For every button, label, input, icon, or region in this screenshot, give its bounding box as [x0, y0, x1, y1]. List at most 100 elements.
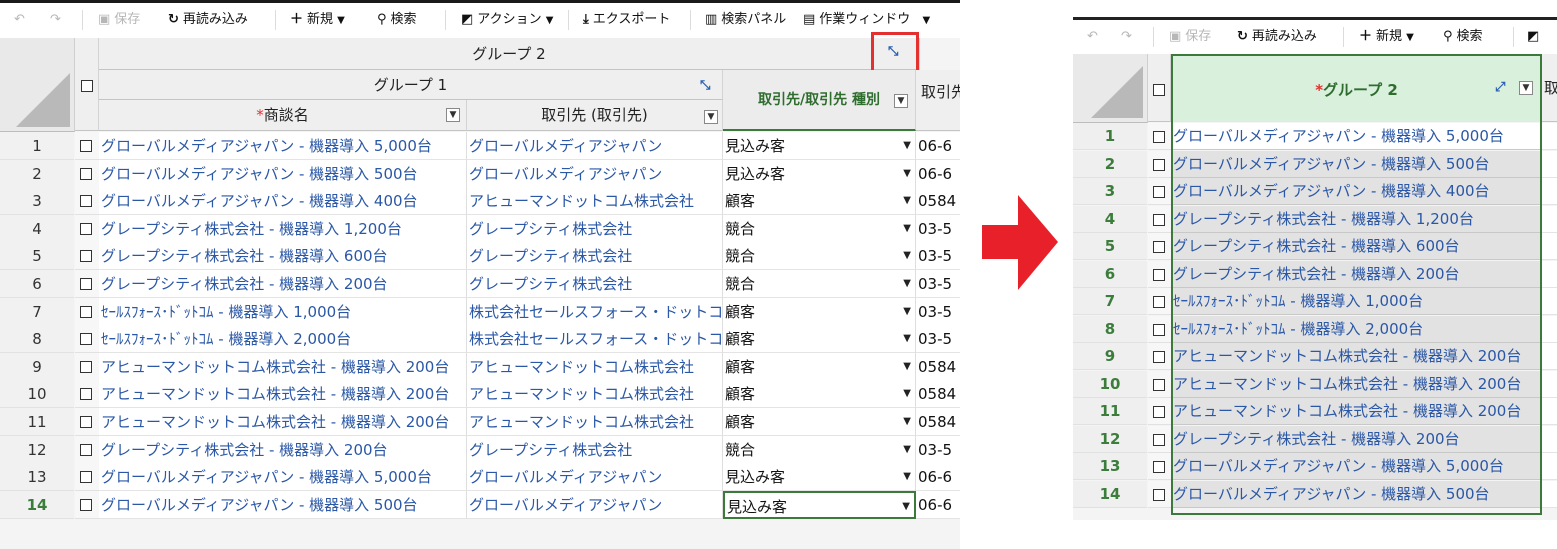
save-button[interactable]: ▣ 保存 — [1169, 20, 1211, 53]
table-row[interactable]: 5 グレープシティ株式会社 - 機器導入 600台 グレープシティ株式会社 競合 ▼ 03… — [0, 242, 960, 270]
redo-icon[interactable]: ↷ — [50, 3, 61, 36]
row-number[interactable]: 11 — [0, 408, 74, 436]
reload-button[interactable]: ↻ 再読み込み — [1237, 20, 1317, 53]
row-checkbox[interactable] — [1153, 296, 1165, 308]
table-row[interactable]: 1 グローバルメディアジャパン - 機器導入 5,000台 — [1073, 123, 1557, 151]
cell-account[interactable]: グレープシティ株式会社 — [467, 215, 723, 243]
row-checkbox[interactable] — [80, 223, 92, 235]
table-row[interactable]: 7 ｾｰﾙｽﾌｫｰｽ･ﾄﾞｯﾄｺﾑ - 機器導入 1,000台 株式会社セールスフォ… — [0, 298, 960, 326]
table-row[interactable]: 9 アヒューマンドットコム株式会社 - 機器導入 200台 — [1073, 343, 1557, 371]
table-row[interactable]: 12 グレープシティ株式会社 - 機器導入 200台 — [1073, 426, 1557, 454]
filter-dropdown-account[interactable]: ▼ — [704, 110, 718, 124]
cell-account[interactable]: グローバルメディアジャパン — [467, 132, 723, 160]
filter-dropdown-deal[interactable]: ▼ — [446, 108, 460, 122]
cell-account-type[interactable]: 競合 ▼ — [723, 242, 916, 270]
row-number[interactable]: 8 — [0, 325, 74, 353]
cell-group2-deal[interactable]: グローバルメディアジャパン - 機器導入 500台 — [1171, 151, 1542, 178]
cell-account[interactable]: グレープシティ株式会社 — [467, 270, 723, 298]
cell-next[interactable] — [1542, 206, 1557, 233]
action-icon[interactable]: ◩ — [1527, 20, 1539, 53]
cell-next[interactable] — [1542, 178, 1557, 205]
cell-account-type[interactable]: 顧客 ▼ — [723, 380, 916, 408]
cell-account-type[interactable]: 見込み客 ▼ — [723, 491, 916, 519]
cell-account-type[interactable]: 顧客 ▼ — [723, 353, 916, 381]
row-checkbox[interactable] — [80, 361, 92, 373]
search-panel-button[interactable]: ▥ 検索パネル — [705, 3, 786, 36]
cell-group2-deal[interactable]: グレープシティ株式会社 - 機器導入 1,200台 — [1171, 206, 1542, 233]
row-checkbox[interactable] — [80, 306, 92, 318]
search-button[interactable]: ⚲ 検索 — [1443, 20, 1483, 53]
cell-phone[interactable]: 03-5 — [916, 325, 960, 353]
row-checkbox[interactable] — [1153, 186, 1165, 198]
cell-group2-deal[interactable]: ｾｰﾙｽﾌｫｰｽ･ﾄﾞｯﾄｺﾑ - 機器導入 1,000台 — [1171, 288, 1542, 315]
table-row[interactable]: 2 グローバルメディアジャパン - 機器導入 500台 — [1073, 151, 1557, 179]
cell-deal-name[interactable]: ｾｰﾙｽﾌｫｰｽ･ﾄﾞｯﾄｺﾑ - 機器導入 1,000台 — [99, 298, 467, 326]
row-checkbox[interactable] — [80, 471, 92, 483]
cell-group2-deal[interactable]: アヒューマンドットコム株式会社 - 機器導入 200台 — [1171, 371, 1542, 398]
cell-account[interactable]: 株式会社セールスフォース・ドットコム — [467, 298, 723, 326]
row-number[interactable]: 9 — [0, 353, 74, 381]
table-row[interactable]: 6 グレープシティ株式会社 - 機器導入 200台 グレープシティ株式会社 競合 ▼ 03… — [0, 270, 960, 298]
cell-account[interactable]: アヒューマンドットコム株式会社 — [467, 408, 723, 436]
cell-account-type[interactable]: 顧客 ▼ — [723, 187, 916, 215]
cell-phone[interactable]: 03-5 — [916, 436, 960, 464]
cell-deal-name[interactable]: グローバルメディアジャパン - 機器導入 400台 — [99, 187, 467, 215]
cell-deal-name[interactable]: グローバルメディアジャパン - 機器導入 5,000台 — [99, 463, 467, 491]
cell-group2-deal[interactable]: アヒューマンドットコム株式会社 - 機器導入 200台 — [1171, 343, 1542, 370]
table-row[interactable]: 11 アヒューマンドットコム株式会社 - 機器導入 200台 アヒューマンドットコム… — [0, 408, 960, 436]
cell-dropdown-icon[interactable]: ▼ — [903, 436, 911, 463]
table-row[interactable]: 4 グレープシティ株式会社 - 機器導入 1,200台 グレープシティ株式会社 競合 ▼… — [0, 215, 960, 243]
row-checkbox[interactable] — [80, 250, 92, 262]
cell-next[interactable] — [1542, 343, 1557, 370]
cell-phone[interactable]: 0584 — [916, 380, 960, 408]
row-number[interactable]: 13 — [0, 463, 74, 491]
cell-deal-name[interactable]: ｾｰﾙｽﾌｫｰｽ･ﾄﾞｯﾄｺﾑ - 機器導入 2,000台 — [99, 325, 467, 353]
table-row[interactable]: 10 アヒューマンドットコム株式会社 - 機器導入 200台 — [1073, 371, 1557, 399]
cell-deal-name[interactable]: グローバルメディアジャパン - 機器導入 500台 — [99, 491, 467, 519]
cell-next[interactable] — [1542, 316, 1557, 343]
cell-deal-name[interactable]: グレープシティ株式会社 - 機器導入 600台 — [99, 242, 467, 270]
cell-phone[interactable]: 03-5 — [916, 298, 960, 326]
row-checkbox[interactable] — [80, 388, 92, 400]
row-number[interactable]: 3 — [0, 187, 74, 215]
row-number[interactable]: 8 — [1073, 316, 1147, 343]
column-header-next[interactable]: 取引先 — [916, 70, 960, 131]
cell-group2-deal[interactable]: グローバルメディアジャパン - 機器導入 400台 — [1171, 178, 1542, 205]
column-header-account[interactable]: 取引先 (取引先) — [467, 100, 723, 131]
cell-account-type[interactable]: 見込み客 ▼ — [723, 132, 916, 160]
table-row[interactable]: 13 グローバルメディアジャパン - 機器導入 5,000台 グローバルメディアジャ… — [0, 463, 960, 491]
row-number[interactable]: 1 — [1073, 123, 1147, 150]
cell-dropdown-icon[interactable]: ▼ — [903, 215, 911, 242]
cell-next[interactable] — [1542, 453, 1557, 480]
cell-account-type[interactable]: 顧客 ▼ — [723, 325, 916, 353]
cell-dropdown-icon[interactable]: ▼ — [903, 380, 911, 407]
cell-account[interactable]: グレープシティ株式会社 — [467, 436, 723, 464]
table-row[interactable]: 14 グローバルメディアジャパン - 機器導入 500台 — [1073, 481, 1557, 509]
row-checkbox[interactable] — [1153, 131, 1165, 143]
cell-account-type[interactable]: 見込み客 ▼ — [723, 463, 916, 491]
table-row[interactable]: 6 グレープシティ株式会社 - 機器導入 200台 — [1073, 261, 1557, 289]
cell-next[interactable] — [1542, 426, 1557, 453]
row-number[interactable]: 6 — [1073, 261, 1147, 288]
cell-phone[interactable]: 0584 — [916, 408, 960, 436]
row-checkbox[interactable] — [1153, 379, 1165, 391]
table-row[interactable]: 7 ｾｰﾙｽﾌｫｰｽ･ﾄﾞｯﾄｺﾑ - 機器導入 1,000台 — [1073, 288, 1557, 316]
cell-account[interactable]: グレープシティ株式会社 — [467, 242, 723, 270]
cell-deal-name[interactable]: グローバルメディアジャパン - 機器導入 5,000台 — [99, 132, 467, 160]
table-row[interactable]: 1 グローバルメディアジャパン - 機器導入 5,000台 グローバルメディアジャパ… — [0, 132, 960, 160]
cell-deal-name[interactable]: アヒューマンドットコム株式会社 - 機器導入 200台 — [99, 380, 467, 408]
cell-dropdown-icon[interactable]: ▼ — [903, 270, 911, 297]
export-button[interactable]: ⤓ エクスポート — [583, 3, 670, 36]
row-number[interactable]: 2 — [1073, 151, 1147, 178]
cell-account[interactable]: アヒューマンドットコム株式会社 — [467, 380, 723, 408]
grid-corner[interactable] — [0, 38, 75, 132]
row-number[interactable]: 7 — [1073, 288, 1147, 315]
row-checkbox[interactable] — [80, 168, 92, 180]
group1-header[interactable]: グループ 1 — [99, 70, 723, 100]
table-row[interactable]: 11 アヒューマンドットコム株式会社 - 機器導入 200台 — [1073, 398, 1557, 426]
cell-group2-deal[interactable]: ｾｰﾙｽﾌｫｰｽ･ﾄﾞｯﾄｺﾑ - 機器導入 2,000台 — [1171, 316, 1542, 343]
row-checkbox[interactable] — [80, 333, 92, 345]
caret-down-icon[interactable]: ▼ — [1406, 32, 1414, 43]
grid-corner[interactable] — [1073, 54, 1148, 123]
cell-account-type[interactable]: 顧客 ▼ — [723, 408, 916, 436]
